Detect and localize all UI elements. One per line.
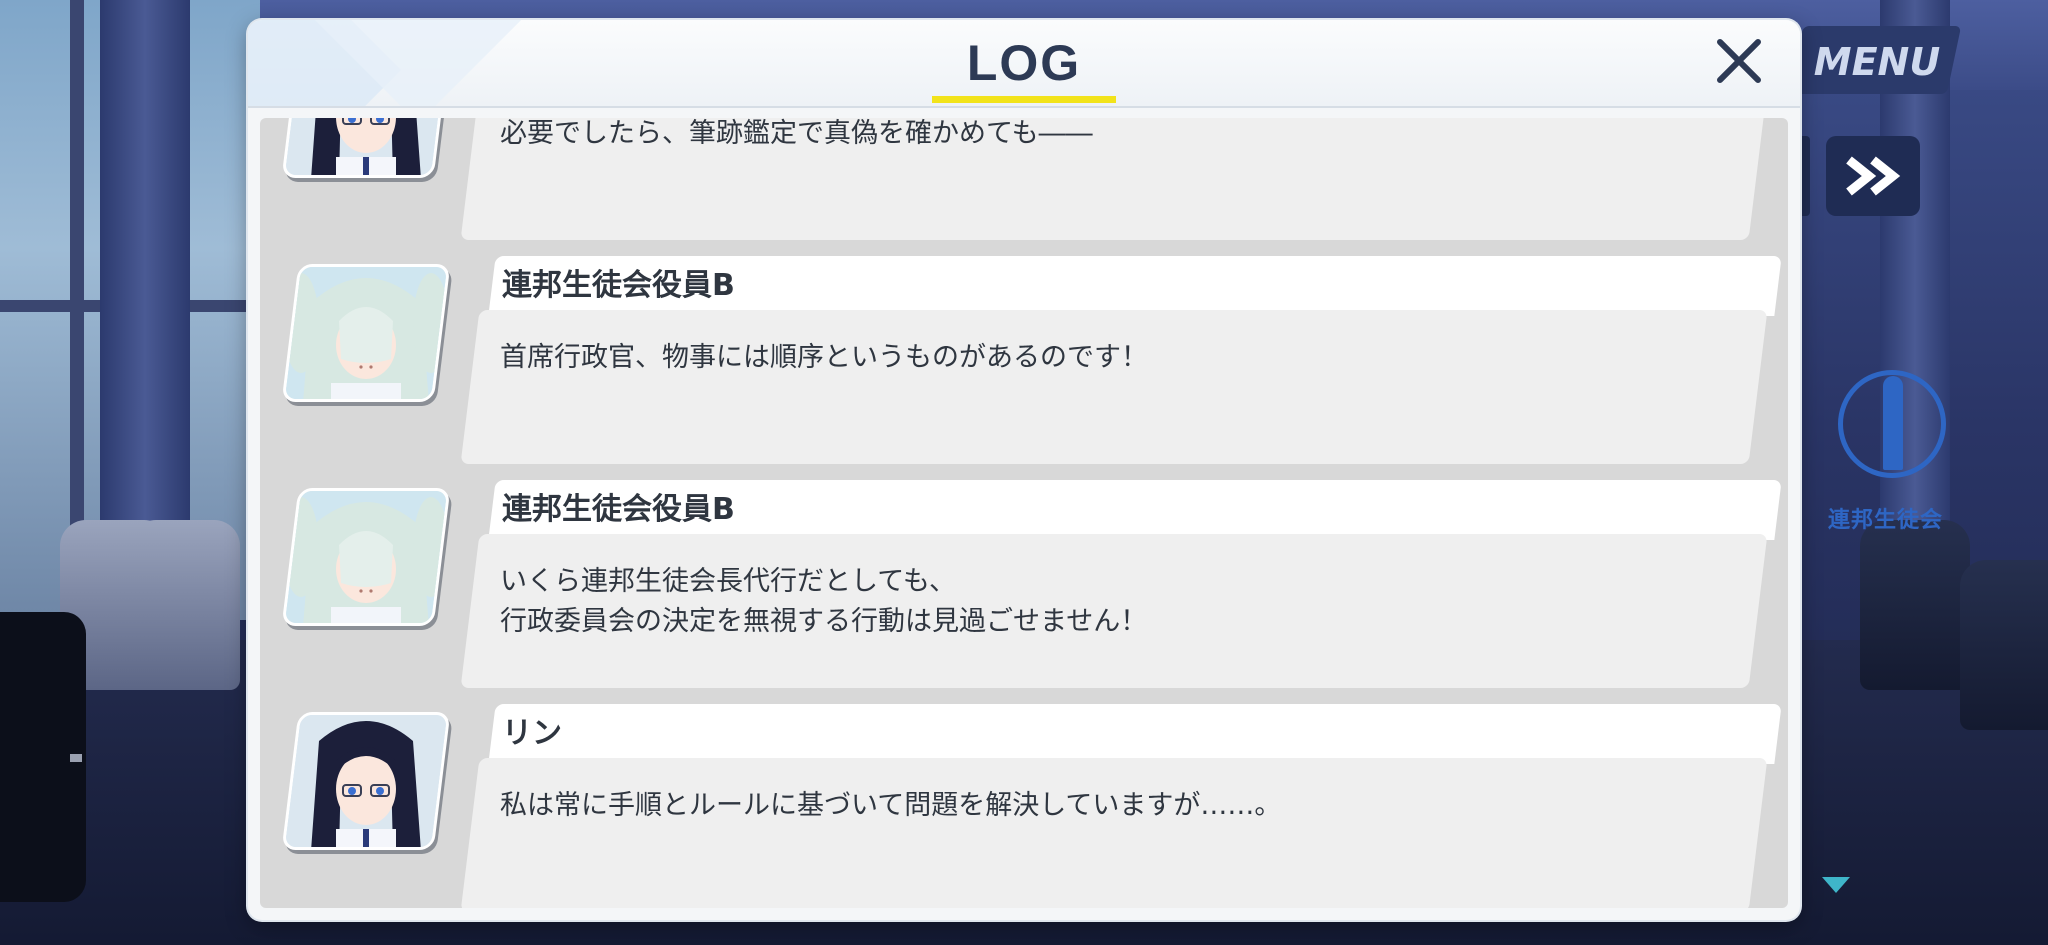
speaker-name: リン (502, 716, 562, 751)
double-chevron-right-icon (1846, 156, 1901, 196)
side-panel (0, 612, 86, 902)
message-text: いくら連邦生徒会長代行だとしても、 行政委員会の決定を無視する行動は見過ごせませ… (500, 562, 1147, 642)
speaker-name: 連邦生徒会役員B (502, 268, 735, 303)
message-line: 必要でしたら、筆跡鑑定で真偽を確かめても―― (500, 118, 1093, 149)
message-line: いくら連邦生徒会長代行だとしても、 (500, 566, 957, 597)
close-icon (1717, 39, 1761, 83)
log-entry: 連邦生徒会役員B いくら連邦生徒会長代行だとしても、 行政委員会の決定を無視する… (260, 480, 1788, 692)
dialog-title: LOG (966, 35, 1082, 91)
message-text: 私は常に手順とルールに基づいて問題を解決していますが……。 (500, 786, 1281, 826)
message-box (460, 310, 1768, 464)
speaker-portrait (281, 488, 451, 626)
chair (130, 520, 240, 690)
log-list[interactable]: リン 必要でしたら、筆跡鑑定で真偽を確かめても―― (260, 118, 1788, 908)
speaker-name: 連邦生徒会役員B (502, 492, 735, 527)
federal-student-council-logo: 連邦生徒会 (1820, 360, 1970, 550)
officer-b-avatar (281, 264, 451, 402)
rin-avatar (281, 118, 451, 178)
message-box (460, 758, 1768, 908)
dialog-header: LOG (248, 20, 1800, 108)
scroll-down-indicator (1822, 877, 1850, 893)
log-entry: リン 私は常に手順とルールに基づいて問題を解決していますが……。 (260, 704, 1788, 908)
speaker-portrait (281, 118, 451, 178)
fast-forward-button[interactable] (1826, 136, 1920, 216)
close-button[interactable] (1708, 30, 1770, 92)
menu-button[interactable]: MENU (1802, 34, 1952, 90)
logo-text: 連邦生徒会 (1828, 507, 1944, 533)
message-line: 私は常に手順とルールに基づいて問題を解決していますが……。 (500, 790, 1282, 821)
log-entry: リン 必要でしたら、筆跡鑑定で真偽を確かめても―― (260, 118, 1788, 244)
chair (1960, 560, 2048, 730)
rin-avatar (281, 712, 451, 850)
message-line: 行政委員会の決定を無視する行動は見過ごせません！ (500, 606, 1148, 637)
speaker-portrait (281, 264, 451, 402)
message-text: 必要でしたら、筆跡鑑定で真偽を確かめても―― (500, 118, 1093, 154)
speaker-name-box (488, 704, 1782, 764)
title-underline (932, 96, 1116, 103)
message-line: 首席行政官、物事には順序というものがあるのです！ (500, 342, 1148, 373)
speaker-portrait (281, 712, 451, 850)
officer-b-avatar (281, 488, 451, 626)
log-entry: 連邦生徒会役員B 首席行政官、物事には順序というものがあるのです！ (260, 256, 1788, 468)
log-dialog: LOG 必要でしたら、筆跡鑑定で真偽を確かめても―― 連邦生徒会役員B 首席行政… (248, 20, 1800, 920)
message-text: 首席行政官、物事には順序というものがあるのです！ (500, 338, 1148, 378)
